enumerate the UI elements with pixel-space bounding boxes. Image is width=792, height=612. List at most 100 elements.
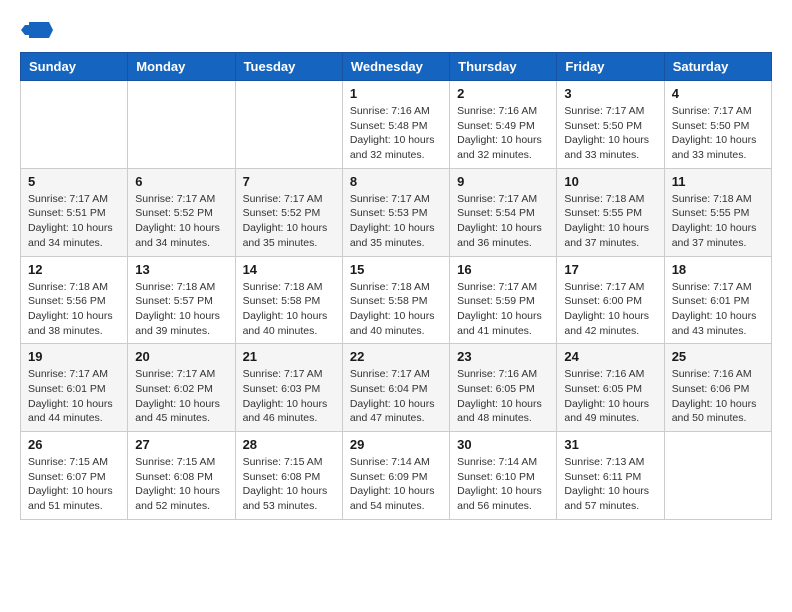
calendar-cell: 14 Sunrise: 7:18 AM Sunset: 5:58 PM Dayli… [235,256,342,344]
day-number: 1 [350,86,442,101]
day-info: Sunrise: 7:15 AM Sunset: 6:08 PM Dayligh… [243,455,335,514]
calendar-cell: 25 Sunrise: 7:16 AM Sunset: 6:06 PM Dayli… [664,344,771,432]
calendar-cell [664,432,771,520]
calendar-cell: 18 Sunrise: 7:17 AM Sunset: 6:01 PM Dayli… [664,256,771,344]
day-number: 20 [135,349,227,364]
calendar-header-row: SundayMondayTuesdayWednesdayThursdayFrid… [21,53,772,81]
calendar-week-row: 19 Sunrise: 7:17 AM Sunset: 6:01 PM Dayli… [21,344,772,432]
day-info: Sunrise: 7:16 AM Sunset: 6:05 PM Dayligh… [564,367,656,426]
weekday-header: Saturday [664,53,771,81]
calendar-cell: 9 Sunrise: 7:17 AM Sunset: 5:54 PM Daylig… [450,168,557,256]
day-number: 4 [672,86,764,101]
calendar-cell: 20Sunrise: 7:17 AM Sunset: 6:02 PM Dayli… [128,344,235,432]
calendar-cell: 1 Sunrise: 7:16 AM Sunset: 5:48 PM Daylig… [342,81,449,169]
calendar-cell: 27 Sunrise: 7:15 AM Sunset: 6:08 PM Dayli… [128,432,235,520]
calendar-week-row: 5Sunrise: 7:17 AM Sunset: 5:51 PM Daylig… [21,168,772,256]
day-number: 17 [564,262,656,277]
calendar-cell: 10 Sunrise: 7:18 AM Sunset: 5:55 PM Dayli… [557,168,664,256]
day-info: Sunrise: 7:18 AM Sunset: 5:58 PM Dayligh… [350,280,442,339]
day-info: Sunrise: 7:16 AM Sunset: 6:06 PM Dayligh… [672,367,764,426]
weekday-header: Friday [557,53,664,81]
day-number: 27 [135,437,227,452]
day-info: Sunrise: 7:17 AM Sunset: 5:52 PM Dayligh… [243,192,335,251]
day-number: 31 [564,437,656,452]
day-info: Sunrise: 7:18 AM Sunset: 5:55 PM Dayligh… [672,192,764,251]
calendar-cell [21,81,128,169]
calendar-cell: 6 Sunrise: 7:17 AM Sunset: 5:52 PM Daylig… [128,168,235,256]
calendar-week-row: 12 Sunrise: 7:18 AM Sunset: 5:56 PM Dayli… [21,256,772,344]
calendar-cell: 29 Sunrise: 7:14 AM Sunset: 6:09 PM Dayli… [342,432,449,520]
day-info: Sunrise: 7:14 AM Sunset: 6:09 PM Dayligh… [350,455,442,514]
calendar-cell: 2 Sunrise: 7:16 AM Sunset: 5:49 PM Daylig… [450,81,557,169]
calendar-cell: 11 Sunrise: 7:18 AM Sunset: 5:55 PM Dayli… [664,168,771,256]
day-number: 11 [672,174,764,189]
day-info: Sunrise: 7:17 AM Sunset: 6:01 PM Dayligh… [672,280,764,339]
day-number: 3 [564,86,656,101]
calendar-cell [235,81,342,169]
day-info: Sunrise: 7:17 AM Sunset: 6:00 PM Dayligh… [564,280,656,339]
day-number: 6 [135,174,227,189]
day-info: Sunrise: 7:17 AM Sunset: 5:53 PM Dayligh… [350,192,442,251]
calendar-cell: 28Sunrise: 7:15 AM Sunset: 6:08 PM Dayli… [235,432,342,520]
calendar-cell: 24 Sunrise: 7:16 AM Sunset: 6:05 PM Dayli… [557,344,664,432]
day-number: 12 [28,262,120,277]
day-number: 24 [564,349,656,364]
weekday-header: Monday [128,53,235,81]
day-info: Sunrise: 7:16 AM Sunset: 6:05 PM Dayligh… [457,367,549,426]
day-info: Sunrise: 7:17 AM Sunset: 5:51 PM Dayligh… [28,192,120,251]
day-info: Sunrise: 7:17 AM Sunset: 6:04 PM Dayligh… [350,367,442,426]
day-info: Sunrise: 7:17 AM Sunset: 5:54 PM Dayligh… [457,192,549,251]
day-info: Sunrise: 7:18 AM Sunset: 5:55 PM Dayligh… [564,192,656,251]
calendar-cell: 4 Sunrise: 7:17 AM Sunset: 5:50 PM Daylig… [664,81,771,169]
day-number: 14 [243,262,335,277]
day-number: 30 [457,437,549,452]
calendar-cell: 31 Sunrise: 7:13 AM Sunset: 6:11 PM Dayli… [557,432,664,520]
day-number: 13 [135,262,227,277]
day-info: Sunrise: 7:18 AM Sunset: 5:58 PM Dayligh… [243,280,335,339]
calendar-cell: 12 Sunrise: 7:18 AM Sunset: 5:56 PM Dayli… [21,256,128,344]
calendar-cell: 30 Sunrise: 7:14 AM Sunset: 6:10 PM Dayli… [450,432,557,520]
day-info: Sunrise: 7:17 AM Sunset: 5:50 PM Dayligh… [564,104,656,163]
calendar-cell: 8Sunrise: 7:17 AM Sunset: 5:53 PM Daylig… [342,168,449,256]
day-number: 9 [457,174,549,189]
calendar-cell: 5Sunrise: 7:17 AM Sunset: 5:51 PM Daylig… [21,168,128,256]
day-info: Sunrise: 7:14 AM Sunset: 6:10 PM Dayligh… [457,455,549,514]
calendar-cell: 23Sunrise: 7:16 AM Sunset: 6:05 PM Dayli… [450,344,557,432]
calendar-week-row: 26Sunrise: 7:15 AM Sunset: 6:07 PM Dayli… [21,432,772,520]
logo-icon [21,20,53,40]
day-info: Sunrise: 7:17 AM Sunset: 5:50 PM Dayligh… [672,104,764,163]
day-number: 10 [564,174,656,189]
day-info: Sunrise: 7:15 AM Sunset: 6:07 PM Dayligh… [28,455,120,514]
weekday-header: Sunday [21,53,128,81]
day-info: Sunrise: 7:17 AM Sunset: 5:52 PM Dayligh… [135,192,227,251]
day-number: 2 [457,86,549,101]
calendar-cell: 17 Sunrise: 7:17 AM Sunset: 6:00 PM Dayli… [557,256,664,344]
day-number: 18 [672,262,764,277]
day-info: Sunrise: 7:17 AM Sunset: 6:03 PM Dayligh… [243,367,335,426]
calendar-cell: 19 Sunrise: 7:17 AM Sunset: 6:01 PM Dayli… [21,344,128,432]
calendar-cell: 3 Sunrise: 7:17 AM Sunset: 5:50 PM Daylig… [557,81,664,169]
day-number: 22 [350,349,442,364]
weekday-header: Tuesday [235,53,342,81]
calendar-table: SundayMondayTuesdayWednesdayThursdayFrid… [20,52,772,520]
day-number: 25 [672,349,764,364]
day-number: 19 [28,349,120,364]
day-number: 29 [350,437,442,452]
day-info: Sunrise: 7:16 AM Sunset: 5:49 PM Dayligh… [457,104,549,163]
day-info: Sunrise: 7:18 AM Sunset: 5:57 PM Dayligh… [135,280,227,339]
day-number: 15 [350,262,442,277]
day-number: 7 [243,174,335,189]
day-info: Sunrise: 7:17 AM Sunset: 6:01 PM Dayligh… [28,367,120,426]
day-info: Sunrise: 7:18 AM Sunset: 5:56 PM Dayligh… [28,280,120,339]
calendar-cell: 26Sunrise: 7:15 AM Sunset: 6:07 PM Dayli… [21,432,128,520]
page-header [20,20,772,36]
logo [20,20,54,36]
calendar-cell: 7 Sunrise: 7:17 AM Sunset: 5:52 PM Daylig… [235,168,342,256]
day-info: Sunrise: 7:15 AM Sunset: 6:08 PM Dayligh… [135,455,227,514]
weekday-header: Wednesday [342,53,449,81]
day-info: Sunrise: 7:17 AM Sunset: 5:59 PM Dayligh… [457,280,549,339]
calendar-cell [128,81,235,169]
day-info: Sunrise: 7:13 AM Sunset: 6:11 PM Dayligh… [564,455,656,514]
calendar-cell: 22 Sunrise: 7:17 AM Sunset: 6:04 PM Dayli… [342,344,449,432]
day-info: Sunrise: 7:16 AM Sunset: 5:48 PM Dayligh… [350,104,442,163]
